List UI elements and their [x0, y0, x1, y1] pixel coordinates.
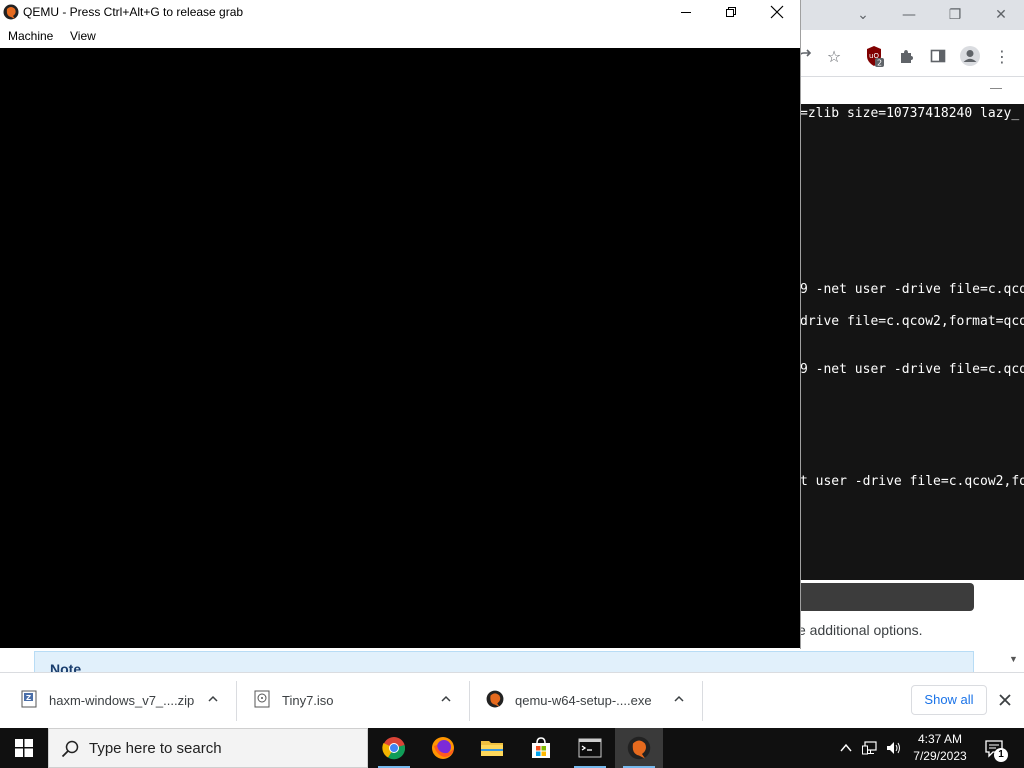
code-line: t user -drive file=c.qcow2,fo	[800, 474, 1024, 489]
qemu-titlebar[interactable]: QEMU - Press Ctrl+Alt+G to release grab	[0, 0, 800, 24]
code-line: 9 -net user -drive file=c.qco	[800, 362, 1024, 377]
svg-text:Z: Z	[26, 694, 31, 702]
chrome-icon	[382, 737, 406, 760]
download-separator	[702, 681, 703, 721]
chrome-minimize-button[interactable]: —	[886, 0, 932, 30]
extension-badge-count: 2	[877, 59, 882, 68]
clock-time[interactable]: 4:37 AM	[902, 732, 978, 746]
network-icon[interactable]	[862, 740, 878, 756]
code-line: drive file=c.qcow2,format=qco	[800, 314, 1024, 329]
restore-icon	[726, 7, 736, 17]
code-line: 9 -net user -drive file=c.qco	[800, 282, 1024, 297]
minimize-icon	[681, 12, 691, 13]
download-filename: haxm-windows_v7_....zip	[49, 693, 195, 708]
store-icon	[532, 737, 550, 758]
chevron-up-icon[interactable]	[440, 693, 452, 705]
tab-search-icon[interactable]: ⌄	[840, 0, 886, 30]
download-item[interactable]: Tiny7.iso	[237, 673, 469, 729]
qemu-window: QEMU - Press Ctrl+Alt+G to release grab …	[0, 0, 801, 649]
download-filename: qemu-w64-setup-....exe	[515, 693, 652, 708]
qemu-logo-icon	[3, 4, 19, 20]
menu-machine[interactable]: Machine	[8, 29, 53, 43]
close-icon	[770, 5, 784, 19]
search-icon	[61, 740, 79, 758]
ublock-extension-icon[interactable]: uO 2	[862, 44, 886, 68]
download-item[interactable]: qemu-w64-setup-....exe	[470, 673, 702, 729]
taskbar-store[interactable]	[517, 728, 565, 768]
chevron-up-icon[interactable]	[207, 693, 219, 705]
chrome-restore-button[interactable]: ❐	[932, 0, 978, 30]
search-placeholder: Type here to search	[89, 740, 222, 757]
taskbar-qemu[interactable]	[615, 728, 663, 768]
firefox-icon	[432, 737, 454, 759]
scrollbar-down-arrow-icon[interactable]: ▼	[1009, 654, 1018, 664]
qemu-minimize-button[interactable]	[663, 0, 709, 24]
show-all-button[interactable]: Show all	[911, 685, 987, 715]
iso-icon	[254, 690, 270, 708]
qemu-icon	[627, 736, 651, 760]
taskbar-file-explorer[interactable]	[468, 728, 516, 768]
download-item[interactable]: Z haxm-windows_v7_....zip	[0, 673, 236, 729]
clock-date[interactable]: 7/29/2023	[902, 749, 978, 763]
close-shelf-icon[interactable]	[998, 693, 1012, 707]
downloads-shelf: Z haxm-windows_v7_....zip Tiny7.iso qemu…	[0, 672, 1024, 728]
qemu-menubar: Machine View	[0, 24, 800, 48]
qemu-restore-button[interactable]	[708, 0, 754, 24]
qemu-close-button[interactable]	[754, 0, 800, 24]
taskbar-search-box[interactable]: Type here to search	[48, 728, 368, 768]
chrome-close-button[interactable]: ✕	[978, 0, 1024, 30]
code-block-bar	[780, 583, 974, 611]
extensions-puzzle-icon[interactable]	[894, 44, 918, 68]
volume-icon[interactable]	[886, 740, 902, 756]
windows-taskbar: Type here to search 4:37 AM 7/29/2023 1	[0, 728, 1024, 768]
terminal-icon	[578, 738, 602, 758]
windows-logo-icon	[15, 739, 33, 757]
page-text: e additional options.	[798, 622, 923, 638]
qemu-icon	[486, 690, 504, 708]
file-explorer-icon	[481, 741, 503, 756]
page-dash	[990, 88, 1002, 89]
taskbar-firefox[interactable]	[419, 728, 467, 768]
profile-avatar-icon[interactable]	[958, 44, 982, 68]
chevron-up-icon[interactable]	[673, 693, 685, 705]
code-line: =zlib size=10737418240 lazy_	[800, 106, 1020, 121]
chrome-menu-icon[interactable]: ⋮	[990, 44, 1014, 68]
side-panel-icon[interactable]	[926, 44, 950, 68]
qemu-window-title: QEMU - Press Ctrl+Alt+G to release grab	[23, 5, 244, 19]
notification-count-badge: 1	[994, 748, 1008, 762]
taskbar-chrome[interactable]	[370, 728, 418, 768]
taskbar-terminal[interactable]	[566, 728, 614, 768]
download-filename: Tiny7.iso	[282, 693, 334, 708]
qemu-guest-display[interactable]	[0, 48, 800, 648]
menu-view[interactable]: View	[70, 29, 96, 43]
show-hidden-icons-chevron-icon[interactable]	[838, 740, 854, 756]
bookmark-star-icon[interactable]: ☆	[822, 44, 846, 68]
start-button[interactable]	[0, 728, 48, 768]
zip-icon: Z	[21, 690, 37, 708]
